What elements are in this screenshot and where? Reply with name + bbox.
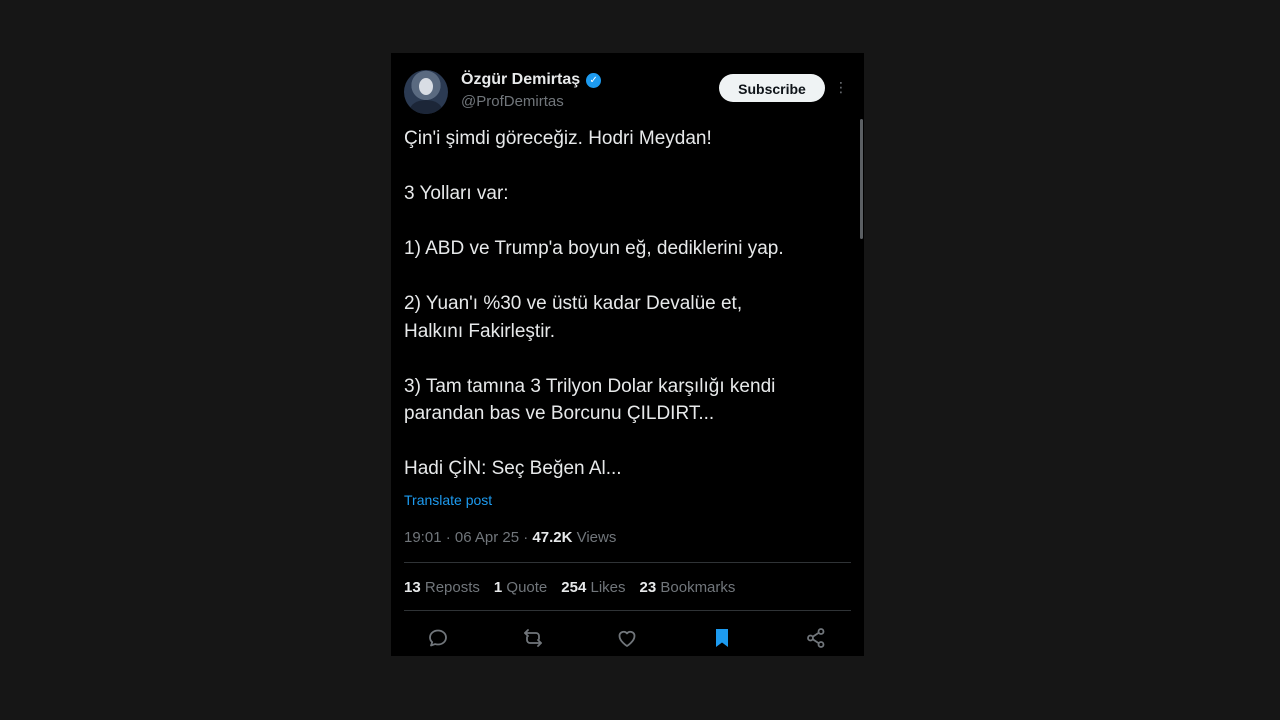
author-handle[interactable]: @ProfDemirtas xyxy=(461,93,564,110)
quotes-label: Quote xyxy=(506,579,548,596)
views-label: Views xyxy=(572,529,617,546)
quotes-count: 1 xyxy=(493,579,503,596)
tweet-card: Özgür Demirtaş ✓ @ProfDemirtas Subscribe… xyxy=(391,53,864,656)
avatar[interactable] xyxy=(404,70,448,114)
tweet-text-paragraph: Çin'i şimdi göreceğiz. Hodri Meydan! xyxy=(404,128,712,149)
likes-stat[interactable]: 254 Likes xyxy=(561,579,625,596)
views-count[interactable]: 47.2K xyxy=(532,529,572,546)
reposts-stat[interactable]: 13 Reposts xyxy=(404,579,480,596)
tweet-meta: 19:01 · 06 Apr 25 · 47.2K Views xyxy=(404,529,616,546)
tweet-text-paragraph: 3 Yolları var: xyxy=(404,183,509,204)
tweet-text-paragraph: Hadi ÇİN: Seç Beğen Al... xyxy=(404,458,622,479)
tweet-text-paragraph: 3) Tam tamına 3 Trilyon Dolar karşılığı … xyxy=(404,375,776,425)
repost-icon[interactable] xyxy=(521,626,545,650)
author-name-row: Özgür Demirtaş ✓ xyxy=(461,71,602,89)
avatar-face xyxy=(419,78,433,95)
tweet-text-paragraph: 2) Yuan'ı %30 ve üstü kadar Devalüe et, … xyxy=(404,293,743,342)
avatar-shoulders xyxy=(410,100,442,114)
tweet-timestamp[interactable]: 19:01 · 06 Apr 25 · xyxy=(404,529,532,546)
scrollbar[interactable] xyxy=(860,119,863,239)
bookmarks-stat[interactable]: 23 Bookmarks xyxy=(640,579,736,596)
divider xyxy=(404,562,851,563)
tweet-actions xyxy=(391,623,864,653)
bookmarks-label: Bookmarks xyxy=(660,579,736,596)
tweet-header: Özgür Demirtaş ✓ @ProfDemirtas Subscribe… xyxy=(391,53,864,117)
author-display-name[interactable]: Özgür Demirtaş xyxy=(461,71,580,89)
tweet-text-paragraph: 1) ABD ve Trump'a boyun eğ, dediklerini … xyxy=(404,238,784,259)
quotes-stat[interactable]: 1 Quote xyxy=(494,579,547,596)
like-icon[interactable] xyxy=(615,626,639,650)
share-icon[interactable] xyxy=(804,626,828,650)
likes-label: Likes xyxy=(590,579,626,596)
tweet-body: Çin'i şimdi göreceğiz. Hodri Meydan! 3 Y… xyxy=(404,125,844,483)
bookmarks-count: 23 xyxy=(639,579,657,596)
divider xyxy=(404,610,851,611)
subscribe-button[interactable]: Subscribe xyxy=(719,74,825,102)
more-options-icon[interactable]: ⋮ xyxy=(834,75,848,99)
translate-post-link[interactable]: Translate post xyxy=(404,492,492,508)
likes-count: 254 xyxy=(561,579,587,596)
reply-icon[interactable] xyxy=(426,626,450,650)
bookmark-icon[interactable] xyxy=(710,626,734,650)
reposts-label: Reposts xyxy=(424,579,480,596)
reposts-count: 13 xyxy=(404,579,421,596)
verified-badge-icon: ✓ xyxy=(586,72,602,88)
tweet-stats: 13 Reposts 1 Quote 254 Likes 23 Bookmark… xyxy=(404,579,735,596)
